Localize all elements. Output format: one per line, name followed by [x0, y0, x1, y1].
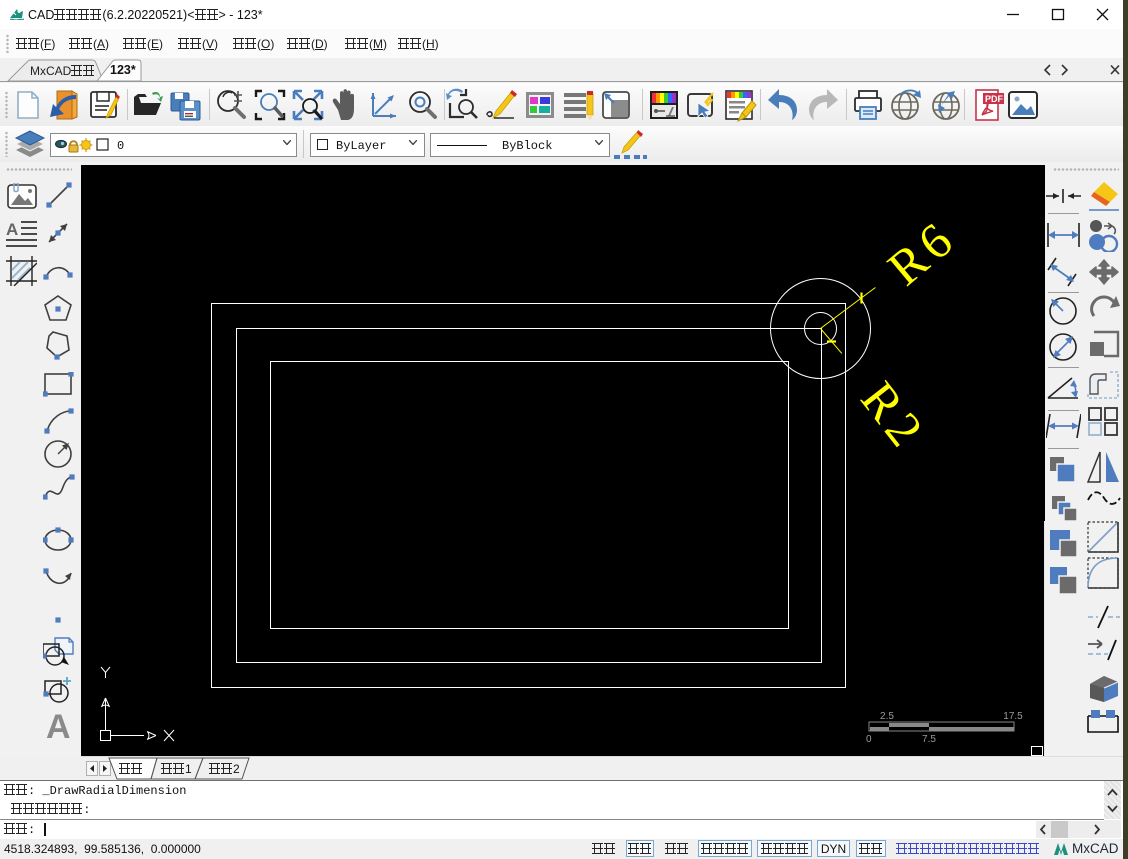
svg-text:R2: R2: [850, 371, 937, 461]
svg-text:0: 0: [866, 734, 872, 745]
svg-text:R6: R6: [877, 208, 967, 296]
svg-text:17.5: 17.5: [1003, 711, 1023, 722]
svg-text:A: A: [6, 220, 18, 239]
svg-text:7.5: 7.5: [922, 734, 936, 745]
svg-text:2.5: 2.5: [880, 711, 894, 722]
